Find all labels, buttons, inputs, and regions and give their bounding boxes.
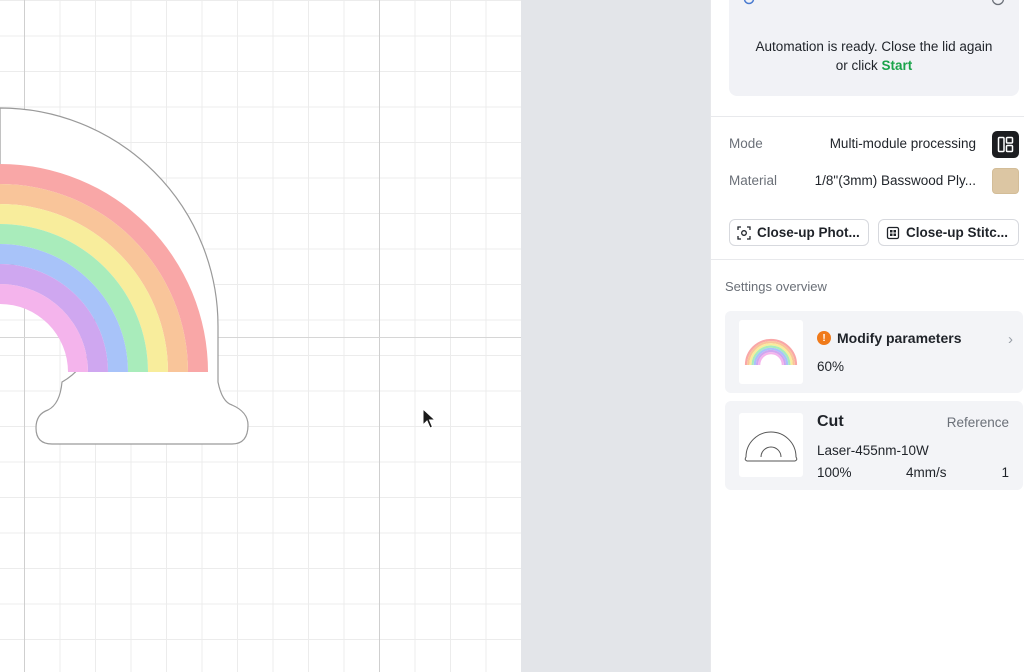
- mode-label: Mode: [729, 136, 763, 151]
- closeup-stitch-button[interactable]: Close-up Stitc...: [878, 219, 1019, 246]
- automation-message-line2: or click Start: [729, 56, 1019, 75]
- cut-outline-thumbnail-image: [744, 431, 798, 462]
- automation-message-line1: Automation is ready. Close the lid again: [755, 39, 993, 54]
- start-link[interactable]: Start: [882, 58, 913, 73]
- divider: [711, 259, 1024, 260]
- cut-thumbnail: [739, 413, 803, 477]
- canvas-gutter: [521, 0, 710, 672]
- modify-parameters-label: Modify parameters: [837, 330, 962, 346]
- rainbow-thumbnail-image: [744, 338, 798, 366]
- material-value[interactable]: 1/8"(3mm) Basswood Ply...: [815, 173, 976, 188]
- automation-message: Automation is ready. Close the lid again…: [729, 37, 1019, 75]
- cut-laser-module: Laser-455nm-10W: [817, 443, 929, 458]
- divider: [711, 116, 1024, 117]
- automation-status-card: Automation is ready. Close the lid again…: [729, 0, 1019, 96]
- mode-value[interactable]: Multi-module processing: [830, 136, 976, 151]
- automation-mode-row: [743, 0, 1005, 6]
- cut-power: 100%: [817, 465, 852, 480]
- rainbow-bands: [0, 164, 208, 372]
- cut-passes: 1: [1001, 465, 1009, 480]
- modify-parameters-title: ! Modify parameters: [817, 330, 961, 346]
- design-canvas[interactable]: [0, 0, 521, 672]
- material-color-swatch[interactable]: [992, 168, 1019, 194]
- auto-mode-indicator: [743, 0, 755, 5]
- material-label: Material: [729, 173, 778, 188]
- closeup-stitch-label: Close-up Stitc...: [906, 225, 1009, 240]
- mode-layout-button[interactable]: [992, 131, 1019, 158]
- help-icon[interactable]: [991, 0, 1005, 6]
- settings-overview-title: Settings overview: [725, 279, 827, 294]
- cut-speed: 4mm/s: [906, 465, 947, 480]
- refresh-icon: [743, 0, 755, 5]
- rainbow-design-object[interactable]: [0, 0, 521, 672]
- rainbow-thumbnail: [739, 320, 803, 384]
- chevron-right-icon[interactable]: ›: [1008, 331, 1013, 348]
- cut-settings-card[interactable]: Cut Reference Laser-455nm-10W 100% 4mm/s…: [725, 401, 1023, 490]
- mouse-cursor-icon: [422, 408, 436, 429]
- warning-icon: !: [817, 331, 831, 345]
- modify-parameters-card[interactable]: ! Modify parameters 60% ›: [725, 311, 1023, 393]
- automation-message-prefix: or click: [835, 58, 878, 73]
- closeup-photo-button[interactable]: Close-up Phot...: [729, 219, 869, 246]
- app-window: Automation is ready. Close the lid again…: [0, 0, 1024, 672]
- cut-reference[interactable]: Reference: [947, 415, 1009, 430]
- grid-stitch-icon: [886, 226, 900, 239]
- right-settings-panel: Automation is ready. Close the lid again…: [710, 0, 1024, 672]
- scan-camera-icon: [737, 225, 751, 240]
- cut-title: Cut: [817, 413, 844, 430]
- closeup-photo-label: Close-up Phot...: [757, 225, 860, 240]
- layout-panels-icon: [997, 136, 1014, 153]
- modify-percent: 60%: [817, 359, 845, 374]
